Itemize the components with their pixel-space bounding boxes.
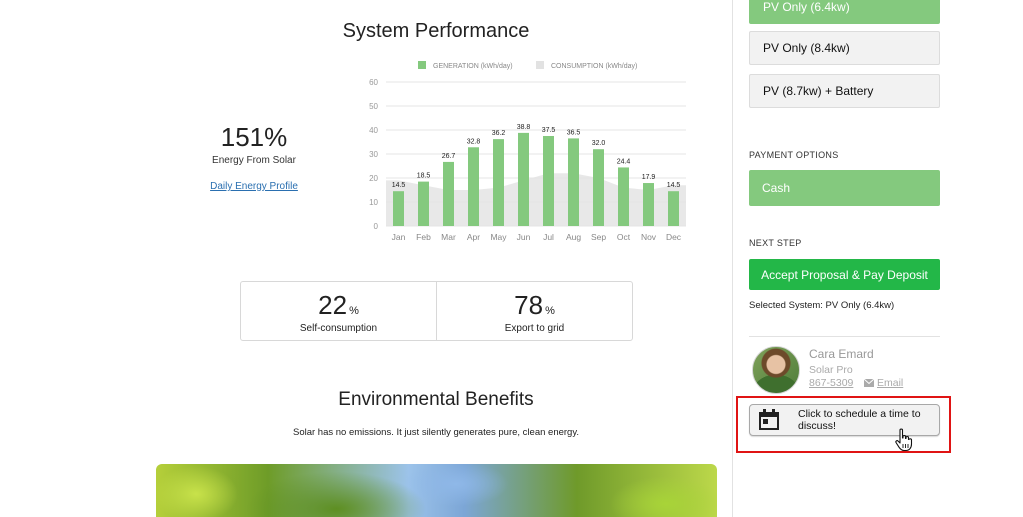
rep-role: Solar Pro — [809, 364, 853, 376]
export-to-grid-cell: 78% Export to grid — [436, 282, 632, 340]
x-tick-label: Dec — [666, 232, 682, 242]
environmental-benefits-title: Environmental Benefits — [338, 389, 534, 410]
self-consumption-unit: % — [349, 305, 359, 317]
selected-system-text: Selected System: PV Only (6.4kw) — [749, 300, 895, 311]
export-to-grid-value: 78 — [514, 290, 544, 320]
bar-value-label: 26.7 — [442, 153, 456, 160]
main-content: System Performance 151% Energy From Sola… — [0, 0, 732, 517]
x-tick-label: Jun — [517, 232, 531, 242]
self-consumption-cell: 22% Self-consumption — [241, 282, 436, 340]
accept-proposal-button[interactable]: Accept Proposal & Pay Deposit — [749, 259, 940, 290]
next-step-label: NEXT STEP — [749, 238, 802, 248]
generation-bar — [568, 138, 579, 226]
bar-value-label: 24.4 — [617, 158, 631, 165]
generation-bar — [593, 149, 604, 226]
system-option-pv-8-7kw-battery[interactable]: PV (8.7kw) + Battery — [749, 74, 940, 108]
bar-value-label: 38.8 — [517, 124, 531, 131]
x-tick-label: Mar — [441, 232, 456, 242]
bar-value-label: 18.5 — [417, 173, 431, 180]
x-tick-label: Jul — [543, 232, 554, 242]
bar-value-label: 17.9 — [642, 174, 656, 181]
y-tick-label: 20 — [369, 174, 378, 183]
y-tick-label: 50 — [369, 102, 378, 111]
bar-value-label: 14.5 — [667, 182, 681, 189]
rep-email-link[interactable]: Email — [864, 377, 903, 389]
energy-from-solar-label: Energy From Solar — [212, 155, 296, 166]
generation-bar — [618, 167, 629, 226]
rep-name: Cara Emard — [809, 347, 874, 361]
generation-bar — [643, 183, 654, 226]
energy-from-solar-value: 151% — [220, 122, 288, 152]
x-tick-label: Sep — [591, 232, 606, 242]
x-tick-label: Feb — [416, 232, 431, 242]
generation-bar — [493, 139, 504, 226]
bar-value-label: 14.5 — [392, 182, 406, 189]
system-option-pv-8-4kw[interactable]: PV Only (8.4kw) — [749, 31, 940, 65]
rep-email-label: Email — [877, 377, 904, 389]
legend-label-generation: GENERATION (kWh/day) — [433, 63, 513, 70]
trees-sky-image — [156, 464, 717, 517]
x-tick-label: Aug — [566, 232, 581, 242]
bar-value-label: 36.2 — [492, 130, 506, 137]
generation-bar — [468, 147, 479, 226]
daily-energy-profile-link[interactable]: Daily Energy Profile — [194, 181, 314, 192]
x-tick-label: Oct — [617, 232, 631, 242]
performance-chart: GENERATION (kWh/day) CONSUMPTION (kWh/day… — [369, 61, 686, 242]
payment-option-cash[interactable]: Cash — [749, 170, 940, 206]
bar-value-label: 37.5 — [542, 127, 556, 134]
y-tick-label: 10 — [369, 198, 378, 207]
x-tick-label: Apr — [467, 232, 480, 242]
schedule-button-label: Click to schedule a time to discuss! — [798, 408, 921, 432]
y-tick-label: 60 — [369, 78, 378, 87]
y-tick-label: 0 — [374, 222, 379, 231]
x-tick-label: Jan — [392, 232, 406, 242]
export-to-grid-unit: % — [545, 305, 555, 317]
proposal-sidebar: PV Only (6.4kw) PV Only (8.4kw) PV (8.7k… — [733, 0, 1023, 517]
consumption-split: 22% Self-consumption 78% Export to grid — [240, 281, 633, 341]
environmental-benefits-subtitle: Solar has no emissions. It just silently… — [292, 427, 580, 438]
system-option-pv-6-4kw[interactable]: PV Only (6.4kw) — [749, 0, 940, 24]
payment-options-label: PAYMENT OPTIONS — [749, 150, 839, 160]
rep-phone-link[interactable]: 867-5309 — [809, 377, 853, 389]
self-consumption-value: 22 — [318, 290, 348, 320]
bar-value-label: 32.0 — [592, 140, 606, 147]
export-to-grid-label: Export to grid — [504, 323, 565, 334]
generation-bar — [443, 161, 454, 226]
bar-value-label: 32.8 — [467, 138, 481, 145]
sidebar-separator — [749, 336, 940, 337]
generation-bar — [393, 191, 404, 226]
legend-swatch-consumption — [536, 61, 544, 69]
envelope-icon — [864, 379, 874, 387]
generation-bar — [518, 132, 529, 226]
generation-bar — [418, 181, 429, 226]
hand-pointer-cursor-icon — [895, 428, 913, 452]
bar-value-label: 36.5 — [567, 129, 581, 136]
legend-label-consumption: CONSUMPTION (kWh/day) — [551, 63, 637, 70]
x-tick-label: Nov — [641, 232, 657, 242]
y-tick-label: 40 — [369, 126, 378, 135]
consumption-area — [386, 173, 686, 226]
generation-bar — [668, 191, 679, 226]
calendar-icon — [759, 409, 779, 430]
y-tick-label: 30 — [369, 150, 378, 159]
x-tick-label: May — [490, 232, 507, 242]
generation-bar — [543, 136, 554, 226]
rep-avatar — [752, 346, 800, 394]
self-consumption-label: Self-consumption — [299, 323, 378, 334]
legend-swatch-generation — [418, 61, 426, 69]
performance-title: System Performance — [342, 20, 530, 42]
